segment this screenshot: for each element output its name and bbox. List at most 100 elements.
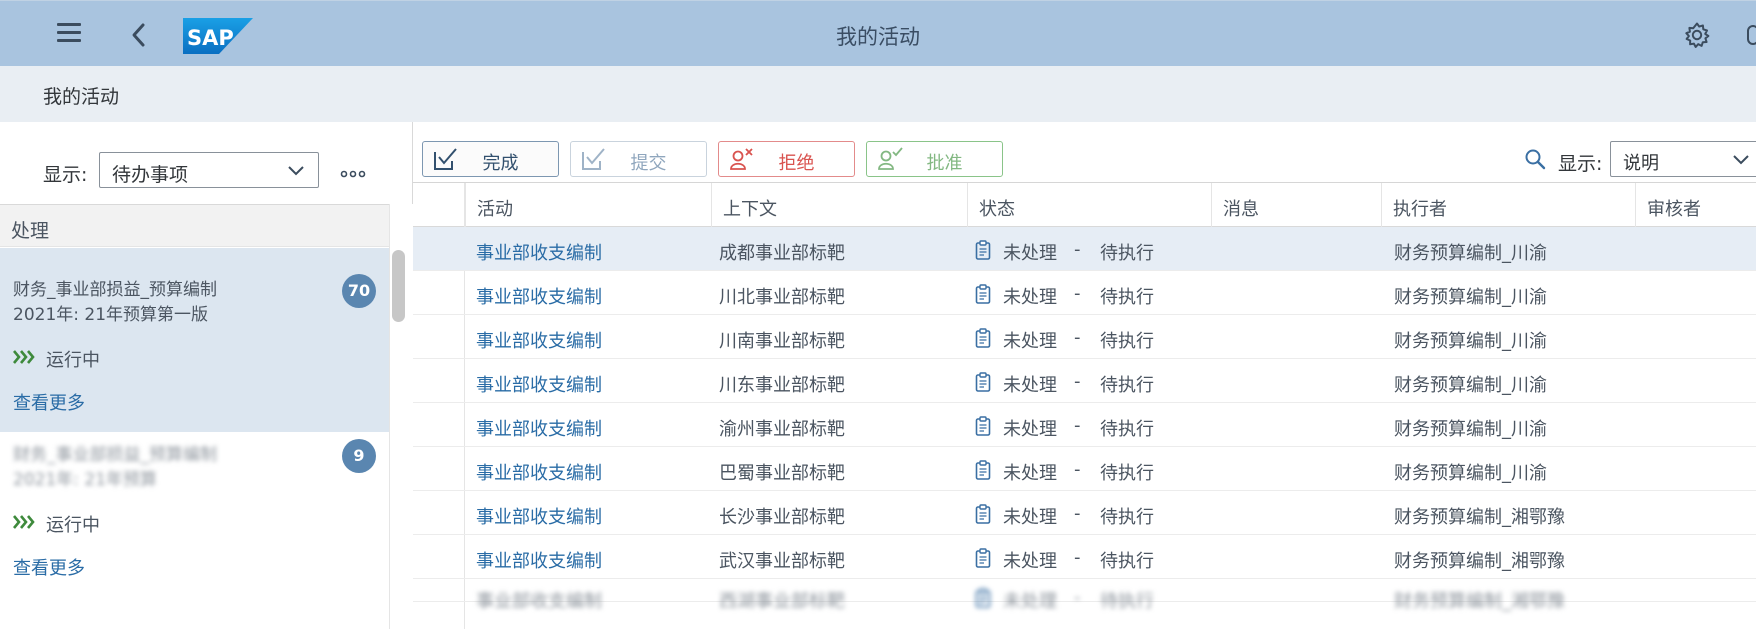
substatus-text: 待执行 [1100,375,1154,396]
status-text: 未处理 [1003,463,1057,484]
substatus-text: 待执行 [1100,507,1154,528]
search-icon[interactable] [1524,148,1546,175]
list-item[interactable]: 财务_事业部损益_预算编制 2021年: 21年预算第一版 70 运行中 查看更… [0,248,389,432]
status-separator: - [1074,503,1081,524]
approve-button[interactable]: 批准 [866,141,1003,177]
page-subheader: 我的活动 [0,66,1756,122]
see-more-link[interactable]: 查看更多 [13,389,85,415]
context-cell: 长沙事业部标靶 [719,507,845,528]
column-header[interactable]: 状态 [967,183,1211,227]
running-chevrons-icon [13,350,35,364]
chevron-down-icon [288,166,304,176]
shell-header: SAP 我的活动 [0,0,1756,66]
status-text: 未处理 [1003,375,1057,396]
executor-cell: 财务预算编制_川渝 [1394,331,1547,352]
app-title: 我的活动 [836,25,920,49]
table-row[interactable]: 事业部收支编制 武汉事业部标靶 未处理 - 待执行 财务预算编制_湘鄂豫 [413,535,1756,579]
clipboard-icon [975,588,991,608]
executor-cell: 财务预算编制_湘鄂豫 [1394,551,1565,572]
see-more-link[interactable]: 查看更多 [13,554,85,580]
more-options-icon[interactable] [339,160,367,180]
column-header-label: 状态 [979,199,1015,220]
executor-cell: 财务预算编制_湘鄂豫 [1394,507,1565,528]
item-status-label: 运行中 [46,350,100,371]
display-value: 说明 [1623,153,1659,174]
column-header[interactable]: 活动 [465,183,711,227]
activity-link[interactable]: 事业部收支编制 [476,459,602,485]
action-toolbar: 完成 提交 拒绝 批准 显示: 说明 [413,122,1756,182]
reject-button-label: 拒绝 [778,153,815,174]
executor-cell: 财务预算编制_川渝 [1394,375,1547,396]
table-row[interactable]: 事业部收支编制 川南事业部标靶 未处理 - 待执行 财务预算编制_川渝 [413,315,1756,359]
activity-table: 活动 上下文 状态 消息 执行者 审核者 事业部收支编制 成都事业部标靶 未处理 - 待… [413,182,1756,629]
status-text: 未处理 [1003,507,1057,528]
display-dropdown[interactable]: 说明 [1610,141,1756,177]
status-separator: - [1074,371,1081,392]
clipboard-icon [975,504,991,524]
master-list-pane: 显示: 待办事项 处理 财务_事业部损益_预算编制 2021年: 21年预算第一… [0,122,413,629]
column-header-label: 消息 [1223,199,1259,220]
context-cell: 巴蜀事业部标靶 [719,463,845,484]
column-header-label: 执行者 [1393,199,1447,220]
activity-link[interactable]: 事业部收支编制 [476,327,602,353]
substatus-text: 待执行 [1100,419,1154,440]
complete-button[interactable]: 完成 [422,141,559,177]
activity-link[interactable]: 事业部收支编制 [476,547,602,573]
column-header-label: 审核者 [1647,199,1701,220]
column-header[interactable]: 上下文 [711,183,967,227]
clipboard-icon [975,416,991,436]
group-header-label: 处理 [11,220,50,242]
executor-cell: 财务预算编制_川渝 [1394,463,1547,484]
activity-link[interactable]: 事业部收支编制 [476,587,602,613]
activity-link[interactable]: 事业部收支编制 [476,415,602,441]
status-separator: - [1074,327,1081,348]
table-row[interactable]: 事业部收支编制 川北事业部标靶 未处理 - 待执行 财务预算编制_川渝 [413,271,1756,315]
item-status-label: 运行中 [46,515,100,536]
table-header: 活动 上下文 状态 消息 执行者 审核者 [413,183,1756,227]
table-row[interactable]: 事业部收支编制 川东事业部标靶 未处理 - 待执行 财务预算编制_川渝 [413,359,1756,403]
column-header[interactable]: 消息 [1211,183,1381,227]
column-header-label: 上下文 [723,199,777,220]
complete-button-label: 完成 [482,153,519,174]
user-avatar-icon[interactable] [1747,25,1756,45]
substatus-text: 待执行 [1100,287,1154,308]
filter-label: 显示: [43,164,88,186]
detail-pane: 完成 提交 拒绝 批准 显示: 说明 活动 上下文 状态 消息 执行者 审核者 … [413,122,1756,629]
group-header: 处理 [0,204,413,247]
substatus-text: 待执行 [1100,331,1154,352]
table-row[interactable]: 事业部收支编制 长沙事业部标靶 未处理 - 待执行 财务预算编制_湘鄂豫 [413,491,1756,535]
display-label: 显示: [1558,153,1603,175]
substatus-text: 待执行 [1100,243,1154,264]
item-title: 财务_事业部损益_预算编制 [13,445,217,465]
executor-cell: 财务预算编制_湘鄂豫 [1394,591,1565,612]
context-cell: 川北事业部标靶 [719,287,845,308]
table-row[interactable]: 事业部收支编制 渝州事业部标靶 未处理 - 待执行 财务预算编制_川渝 [413,403,1756,447]
page-title: 我的活动 [43,86,120,108]
activity-link[interactable]: 事业部收支编制 [476,371,602,397]
activity-link[interactable]: 事业部收支编制 [476,283,602,309]
status-text: 未处理 [1003,331,1057,352]
table-row[interactable]: 事业部收支编制 西湖事业部标靶 未处理 - 待执行 财务预算编制_湘鄂豫 [413,579,1756,612]
activity-link[interactable]: 事业部收支编制 [476,239,602,265]
table-row[interactable]: 事业部收支编制 成都事业部标靶 未处理 - 待执行 财务预算编制_川渝 [413,227,1756,271]
list-item[interactable]: 财务_事业部损益_预算编制 2021年: 21年预算 9 运行中 查看更多 [0,413,389,597]
context-cell: 川南事业部标靶 [719,331,845,352]
column-header[interactable]: 执行者 [1381,183,1635,227]
status-separator: - [1074,547,1081,568]
substatus-text: 待执行 [1100,551,1154,572]
submit-button[interactable]: 提交 [570,141,707,177]
executor-cell: 财务预算编制_川渝 [1394,243,1547,264]
activity-link[interactable]: 事业部收支编制 [476,503,602,529]
context-cell: 川东事业部标靶 [719,375,845,396]
clipboard-icon [975,372,991,392]
gear-icon[interactable] [1683,21,1711,49]
item-subtitle: 2021年: 21年预算 [13,470,158,490]
table-row[interactable]: 事业部收支编制 巴蜀事业部标靶 未处理 - 待执行 财务预算编制_川渝 [413,447,1756,491]
filter-dropdown[interactable]: 待办事项 [99,152,319,188]
reject-button[interactable]: 拒绝 [718,141,855,177]
clipboard-icon [975,284,991,304]
column-header[interactable]: 审核者 [1635,183,1756,227]
scrollbar-thumb[interactable] [392,250,405,322]
clipboard-icon [975,240,991,260]
status-separator: - [1074,283,1081,304]
